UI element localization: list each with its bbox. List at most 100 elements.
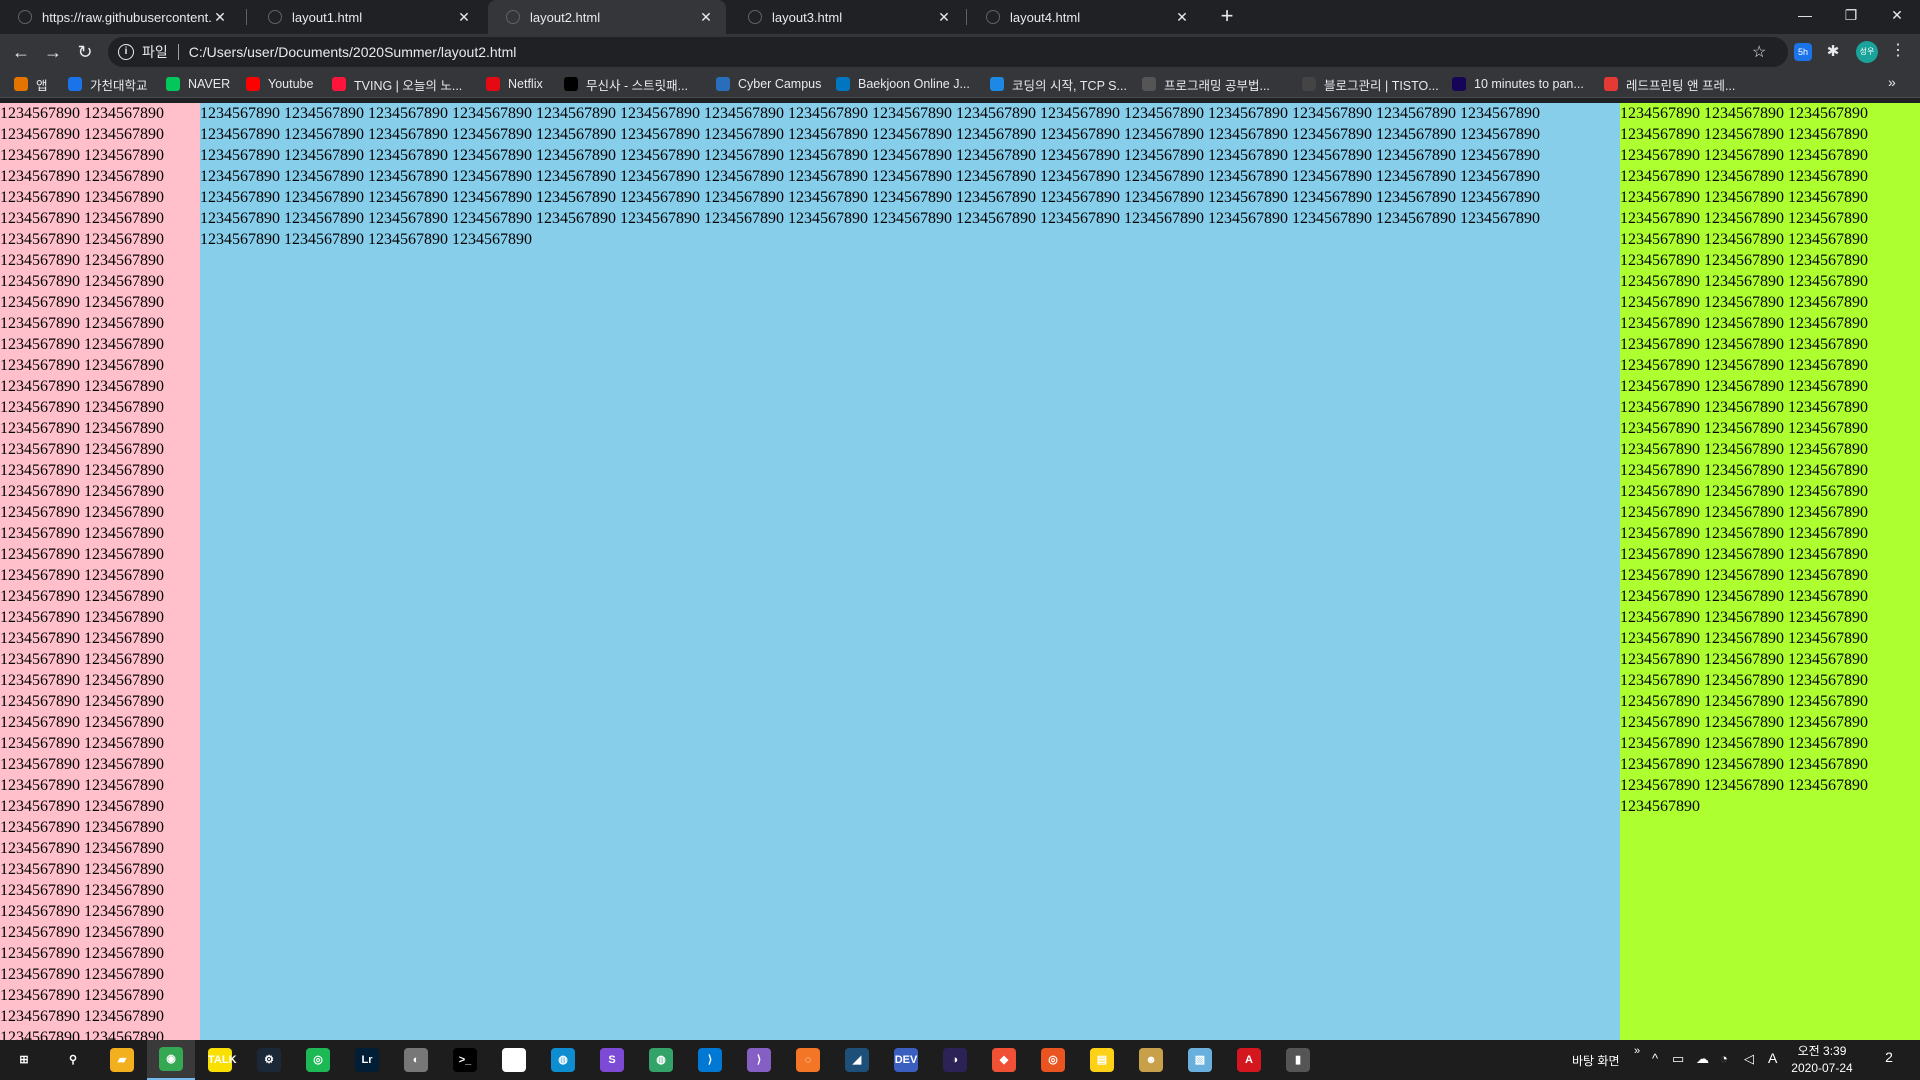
taskbar-app-sourcetree[interactable]: ◍ [637,1040,685,1080]
bookmark-item[interactable]: TVING | 오늘의 노... [332,75,462,93]
taskbar-app-notepad[interactable]: ▧ [1176,1040,1224,1080]
taskbar-app-usb-device[interactable]: ▮ [1274,1040,1322,1080]
main-column-text: 1234567890 1234567890 1234567890 1234567… [200,105,1540,248]
bookmark-item[interactable]: 앱 [14,75,48,93]
restore-button[interactable]: ❐ [1828,0,1874,30]
taskbar-app-gpu-tool[interactable]: ◐ [392,1040,440,1080]
git-icon: ◆ [992,1048,1016,1072]
tab-raw-github[interactable]: https://raw.githubusercontent.com ✕ [0,0,240,34]
profile-avatar[interactable]: 성우 [1856,41,1878,63]
bookmark-label: Netflix [508,77,543,91]
bookmark-item[interactable]: 10 minutes to pan... [1452,75,1584,93]
taskbar-app-lightroom[interactable]: Lr [343,1040,391,1080]
visual-studio-icon: ⟩ [747,1048,771,1072]
edge-icon: ◍ [551,1048,575,1072]
close-tab-icon[interactable]: ✕ [698,9,714,26]
forward-arrow-icon[interactable]: → [40,39,66,65]
youtube-icon [246,77,260,91]
taskbar-app-vscode[interactable]: ⟩ [686,1040,734,1080]
tray-overflow-icon[interactable]: ^ [1652,1051,1658,1066]
wifi-icon[interactable]: ◔ [1720,1051,1728,1066]
extensions-puzzle-icon[interactable]: ✱ [1824,43,1842,61]
left-column: 1234567890 1234567890 1234567890 1234567… [0,103,200,1040]
bookmark-item[interactable]: 가천대학교 [68,75,148,93]
taskbar-app-ubuntu[interactable]: ◎ [1029,1040,1077,1080]
bookmark-star-icon[interactable]: ☆ [1752,42,1766,62]
tab-layout1[interactable]: layout1.html ✕ [250,0,484,34]
taskbar-app-eclipse[interactable]: ◑ [931,1040,979,1080]
desktop-toolbar-chevron-icon[interactable]: » [1634,1045,1640,1057]
bookmark-item[interactable]: Netflix [486,75,543,93]
taskbar-app-visual-studio[interactable]: ⟩ [735,1040,783,1080]
taskbar-app-terminal[interactable]: >_ [441,1040,489,1080]
close-window-button[interactable]: ✕ [1874,0,1920,30]
tab-layout2[interactable]: layout2.html ✕ [488,0,726,34]
taskbar-app-git[interactable]: ◆ [980,1040,1028,1080]
taskbar-app-file-explorer[interactable]: ▰ [98,1040,146,1080]
reload-icon[interactable]: ↻ [72,39,98,65]
taskbar-app-acrobat[interactable]: A [1225,1040,1273,1080]
bookmark-item[interactable]: 프로그래밍 공부법... [1142,75,1270,93]
taskbar-app-edge[interactable]: ◍ [539,1040,587,1080]
new-tab-button[interactable]: + [1214,4,1240,30]
bookmark-item[interactable]: Cyber Campus [716,75,821,93]
taskbar-app-game[interactable]: ☻ [1127,1040,1175,1080]
bookmark-item[interactable]: NAVER [166,75,230,93]
bookmark-label: 코딩의 시작, TCP S... [1012,78,1127,93]
close-tab-icon[interactable]: ✕ [212,9,228,26]
taskbar-app-slack[interactable]: S [588,1040,636,1080]
notification-count: 2 [1885,1049,1893,1065]
close-tab-icon[interactable]: ✕ [936,9,952,26]
minimize-button[interactable]: — [1782,0,1828,30]
taskbar-app-search[interactable]: ⚲ [49,1040,97,1080]
tab-layout3[interactable]: layout3.html ✕ [730,0,964,34]
taskbar-app-notion[interactable]: N [490,1040,538,1080]
close-tab-icon[interactable]: ✕ [456,9,472,26]
tving-icon [332,77,346,91]
tab-layout4[interactable]: layout4.html ✕ [968,0,1202,34]
blog-icon [1142,77,1156,91]
taskbar-app-mysql-workbench[interactable]: ◢ [833,1040,881,1080]
windows-start-icon: ⊞ [12,1048,36,1072]
devcpp-icon: DEV [894,1048,918,1072]
menu-dots-icon[interactable]: ⋮ [1890,40,1906,60]
close-tab-icon[interactable]: ✕ [1174,9,1190,26]
battery-icon[interactable]: ▭ [1672,1051,1684,1067]
bookmark-label: 가천대학교 [90,78,148,93]
volume-icon[interactable]: ◁ [1744,1051,1754,1067]
bookmark-item[interactable]: 무신사 - 스트릿패... [564,75,688,93]
taskbar-app-chrome[interactable]: ◉ [147,1040,195,1080]
notification-center-icon[interactable]: 2 [1878,1049,1900,1071]
taskbar-app-devcpp[interactable]: DEV [882,1040,930,1080]
steam-icon: ⚙ [257,1048,281,1072]
gachon-icon [68,77,82,91]
taskbar-app-sticky-notes[interactable]: ▤ [1078,1040,1126,1080]
onedrive-icon[interactable]: ☁ [1696,1051,1709,1067]
bookmark-item[interactable]: 블로그관리 | TISTO... [1302,75,1439,93]
address-bar[interactable]: i 파일 C:/Users/user/Documents/2020Summer/… [108,37,1788,67]
acrobat-icon: A [1237,1048,1261,1072]
bookmark-item[interactable]: Baekjoon Online J... [836,75,970,93]
ime-indicator[interactable]: A [1768,1050,1777,1066]
left-column-text: 1234567890 1234567890 1234567890 1234567… [0,105,164,1040]
bookmark-item[interactable]: Youtube [246,75,313,93]
extension-badge-icon[interactable]: 5h [1794,43,1812,61]
bookmark-item[interactable]: 코딩의 시작, TCP S... [990,75,1127,93]
clock[interactable]: 오전 3:39 2020-07-24 [1790,1043,1854,1077]
url-text[interactable]: C:/Users/user/Documents/2020Summer/layou… [189,44,517,60]
tab-title: https://raw.githubusercontent.com [42,9,212,25]
search-icon: ⚲ [61,1048,85,1072]
taskbar-app-jupyter[interactable]: ◌ [784,1040,832,1080]
bookmark-item[interactable]: 레드프린팅 앤 프레... [1604,75,1735,93]
file-explorer-icon: ▰ [110,1048,134,1072]
taskbar-app-kakaotalk[interactable]: TALK [196,1040,244,1080]
back-arrow-icon[interactable]: ← [8,39,34,65]
taskbar-app-steam[interactable]: ⚙ [245,1040,293,1080]
desktop-label[interactable]: 바탕 화면 [1572,1052,1620,1069]
eclipse-icon: ◑ [943,1048,967,1072]
taskbar-app-spotify[interactable]: ◎ [294,1040,342,1080]
bookmarks-overflow-icon[interactable]: » [1888,74,1896,90]
tcp-school-icon [990,77,1004,91]
taskbar-app-windows-start[interactable]: ⊞ [0,1040,48,1080]
info-icon[interactable]: i [118,44,134,60]
